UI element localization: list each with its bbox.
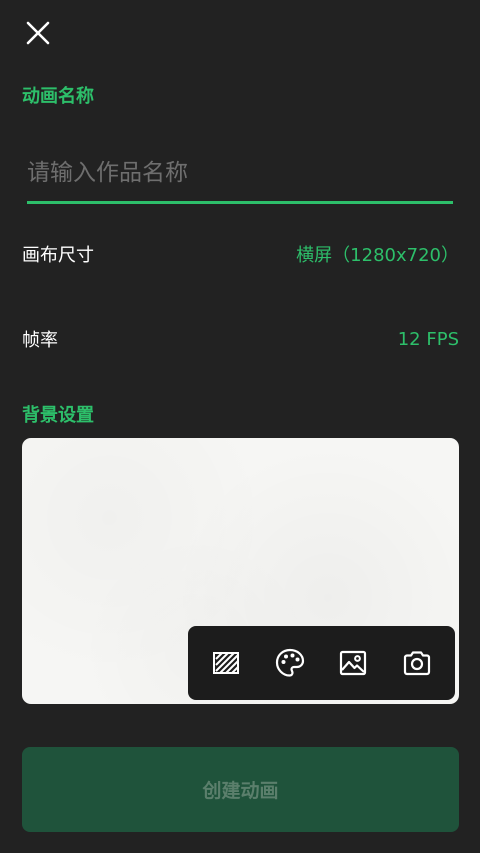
animation-name-input[interactable]: [27, 145, 453, 204]
frame-rate-value: 12 FPS: [397, 328, 459, 350]
close-icon: [26, 21, 50, 45]
canvas-size-row[interactable]: 画布尺寸 横屏（1280x720）: [22, 234, 459, 274]
animation-name-label: 动画名称: [22, 86, 94, 107]
color-background-button[interactable]: [268, 641, 312, 685]
canvas-size-label: 画布尺寸: [22, 245, 94, 266]
transparent-pattern-icon: [212, 652, 239, 674]
background-settings-label: 背景设置: [22, 405, 94, 426]
create-animation-button[interactable]: 创建动画: [22, 747, 459, 832]
frame-rate-row[interactable]: 帧率 12 FPS: [22, 319, 459, 359]
palette-icon: [275, 648, 304, 677]
image-icon: [340, 650, 367, 676]
canvas-size-value: 横屏（1280x720）: [296, 245, 459, 266]
camera-icon: [404, 651, 431, 676]
background-toolbar: [188, 626, 455, 700]
camera-background-button[interactable]: [395, 641, 439, 685]
transparent-background-button[interactable]: [204, 641, 248, 685]
frame-rate-label: 帧率: [22, 330, 58, 351]
image-background-button[interactable]: [331, 641, 375, 685]
close-button[interactable]: [22, 17, 54, 49]
